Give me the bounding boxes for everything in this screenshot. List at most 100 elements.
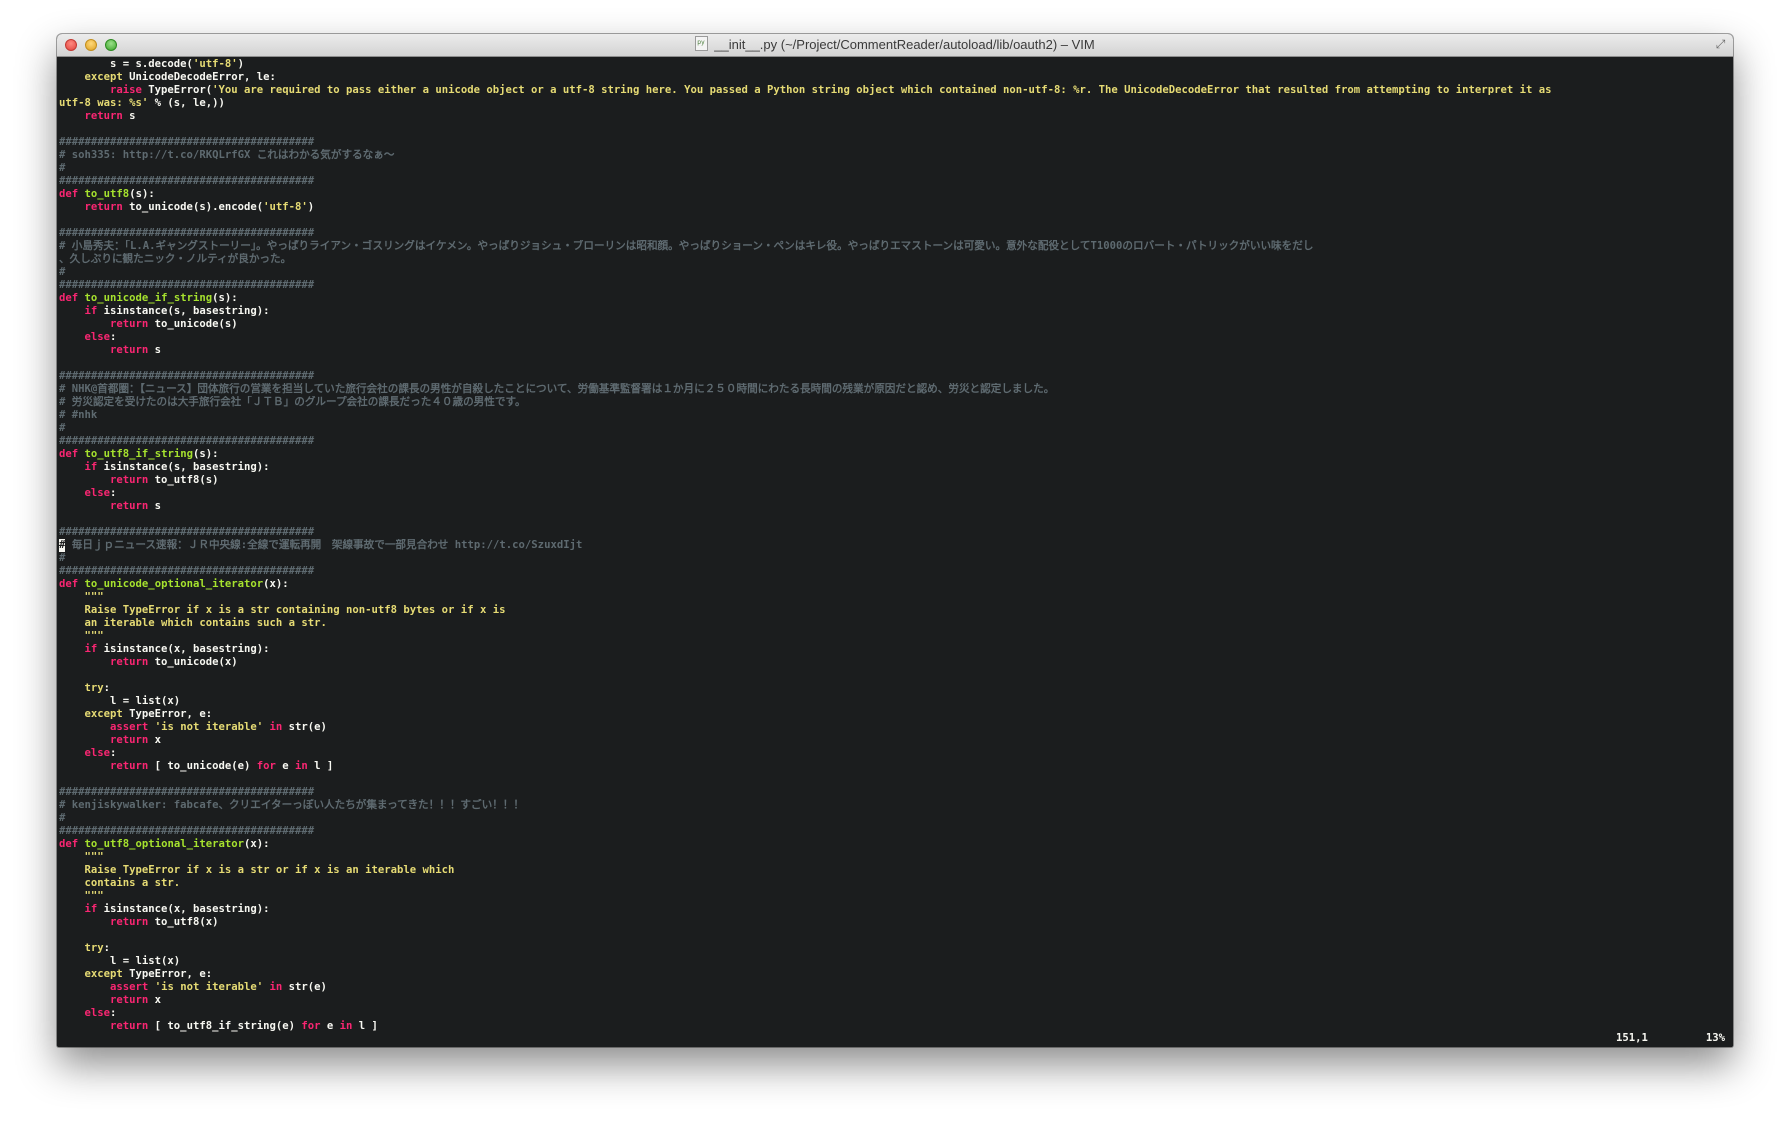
code-line[interactable]: else: [59,331,1731,344]
code-line[interactable]: return x [59,734,1731,747]
code-line[interactable]: l = list(x) [59,955,1731,968]
code-token: in [295,760,308,772]
code-line[interactable]: utf-8 was: %s' % (s, le,)) [59,97,1731,110]
code-token: s [122,110,136,122]
code-line[interactable]: def to_utf8_optional_iterator(x): [59,838,1731,851]
code-token: to_utf8(s) [148,474,219,486]
code-line[interactable]: try: [59,682,1731,695]
code-token: def [59,188,79,200]
code-line[interactable]: except TypeError, e: [59,708,1731,721]
code-line[interactable]: def to_unicode_if_string(s): [59,292,1731,305]
code-line[interactable]: ######################################## [59,175,1731,188]
title-bar[interactable]: __init__.py (~/Project/CommentReader/aut… [57,34,1733,57]
code-line[interactable]: assert 'is not iterable' in str(e) [59,721,1731,734]
code-line[interactable]: if isinstance(s, basestring): [59,305,1731,318]
code-token: : [103,682,111,694]
editor-area[interactable]: s = s.decode('utf-8') except UnicodeDeco… [57,57,1733,1047]
code-line[interactable] [59,214,1731,227]
code-line[interactable]: # #nhk [59,409,1731,422]
code-line[interactable]: assert 'is not iterable' in str(e) [59,981,1731,994]
code-line[interactable]: return to_unicode(x) [59,656,1731,669]
code-line[interactable]: else: [59,487,1731,500]
code-token: l = list(x) [59,695,181,707]
code-line[interactable]: raise TypeError('You are required to pas… [59,84,1731,97]
code-token: return [59,500,149,512]
code-line[interactable]: return s [59,500,1731,513]
code-line[interactable]: """ [59,890,1731,903]
code-line[interactable]: """ [59,851,1731,864]
code-token: def [59,838,79,850]
code-line[interactable]: # NHK@首都圏：【ニュース】団体旅行の営業を担当していた旅行会社の課長の男性… [59,383,1731,396]
code-line[interactable]: # 労災認定を受けたのは大手旅行会社「ＪＴＢ」のグループ会社の課長だった４０歳の… [59,396,1731,409]
code-token: # [59,812,66,824]
code-line[interactable] [59,357,1731,370]
code-line[interactable]: Raise TypeError if x is a str containing… [59,604,1731,617]
code-line[interactable]: def to_unicode_optional_iterator(x): [59,578,1731,591]
code-line[interactable]: else: [59,747,1731,760]
code-line[interactable]: return to_utf8(x) [59,916,1731,929]
code-line[interactable]: return to_unicode(s) [59,318,1731,331]
code-line[interactable]: return x [59,994,1731,1007]
code-line[interactable]: except TypeError, e: [59,968,1731,981]
code-line[interactable]: ######################################## [59,825,1731,838]
code-line[interactable]: return [ to_utf8_if_string(e) for e in l… [59,1020,1731,1033]
code-line[interactable] [59,123,1731,136]
code-token: to_unicode_if_string [84,292,213,304]
code-line[interactable]: # [59,552,1731,565]
code-line[interactable]: if isinstance(s, basestring): [59,461,1731,474]
code-line[interactable]: # [59,422,1731,435]
code-line[interactable]: # kenjiskywalker: fabcafe、クリエイターっぽい人たちが集… [59,799,1731,812]
code-line[interactable]: 、久しぶりに観たニック・ノルティが良かった。 [59,253,1731,266]
code-token: ######################################## [59,175,315,187]
code-token: for [301,1020,321,1032]
code-line[interactable]: s = s.decode('utf-8') [59,58,1731,71]
code-token: in [339,1020,353,1032]
code-line[interactable]: ######################################## [59,136,1731,149]
code-line[interactable]: ######################################## [59,565,1731,578]
code-token: Raise TypeError if x is a str or if x is… [59,864,455,876]
code-line[interactable]: return to_unicode(s).encode('utf-8') [59,201,1731,214]
code-line[interactable]: # [59,266,1731,279]
code-token: : [110,1007,117,1019]
code-line[interactable]: if isinstance(x, basestring): [59,643,1731,656]
code-line[interactable]: an iterable which contains such a str. [59,617,1731,630]
code-token: (x): [243,838,270,850]
code-token: if [59,461,98,473]
code-line[interactable]: ######################################## [59,526,1731,539]
code-buffer[interactable]: s = s.decode('utf-8') except UnicodeDeco… [59,58,1731,1033]
code-line[interactable]: l = list(x) [59,695,1731,708]
code-line[interactable]: """ [59,591,1731,604]
code-line[interactable]: ######################################## [59,435,1731,448]
fullscreen-icon[interactable]: ⤢ [1714,38,1727,51]
code-line[interactable]: except UnicodeDecodeError, le: [59,71,1731,84]
code-line[interactable]: else: [59,1007,1731,1020]
code-line[interactable]: return [ to_unicode(e) for e in l ] [59,760,1731,773]
code-line[interactable]: try: [59,942,1731,955]
code-line[interactable]: if isinstance(x, basestring): [59,903,1731,916]
code-token: : [103,942,111,954]
code-line[interactable]: ######################################## [59,279,1731,292]
code-line[interactable]: # soh335: http://t.co/RKQLrfGX これはわかる気がす… [59,149,1731,162]
code-line[interactable]: return s [59,344,1731,357]
code-line[interactable]: def to_utf8_if_string(s): [59,448,1731,461]
code-line[interactable]: return s [59,110,1731,123]
code-line[interactable]: # 毎日ｊｐニュース速報：ＪＲ中央線:全線で運転再開 架線事故で一部見合わせ h… [59,539,1731,552]
code-line[interactable]: Raise TypeError if x is a str or if x is… [59,864,1731,877]
code-line[interactable]: def to_utf8(s): [59,188,1731,201]
code-line[interactable] [59,669,1731,682]
code-line[interactable] [59,513,1731,526]
code-token: str(e) [282,981,327,993]
code-line[interactable]: # 小島秀夫：「L.A.ギャングストーリー」。やっぱりライアン・ゴスリングはイケ… [59,240,1731,253]
code-token: else [59,747,111,759]
code-line[interactable]: ######################################## [59,786,1731,799]
code-line[interactable]: contains a str. [59,877,1731,890]
code-line[interactable]: # [59,162,1731,175]
code-line[interactable] [59,929,1731,942]
code-line[interactable]: """ [59,630,1731,643]
code-token: try [59,942,104,954]
code-line[interactable]: # [59,812,1731,825]
code-line[interactable]: ######################################## [59,227,1731,240]
code-line[interactable]: return to_utf8(s) [59,474,1731,487]
code-line[interactable] [59,773,1731,786]
code-line[interactable]: ######################################## [59,370,1731,383]
